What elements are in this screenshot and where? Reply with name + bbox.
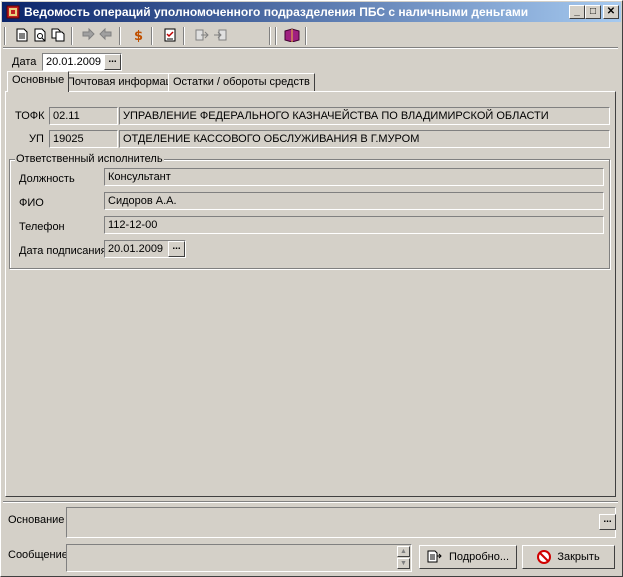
toolbar-separator (71, 27, 73, 45)
basis-label: Основание (8, 514, 65, 526)
date-picker-button[interactable]: ... (104, 54, 121, 70)
title-bar[interactable]: Ведомость операций уполномоченного подра… (2, 2, 621, 22)
fio-field[interactable]: Сидоров А.А. (104, 192, 604, 210)
scroll-up-button[interactable]: ▲ (397, 546, 410, 557)
money-icon[interactable]: $ (129, 26, 147, 44)
close-button[interactable]: Закрыть (522, 545, 615, 569)
sign-date-picker-button[interactable]: ... (168, 241, 185, 257)
tab-panel (5, 91, 616, 497)
bottom-divider (3, 501, 618, 503)
close-button-label: Закрыть (557, 551, 600, 563)
tab-main[interactable]: Основные (7, 71, 70, 92)
preview-icon[interactable] (31, 26, 49, 44)
toolbar: $ (3, 25, 618, 47)
toolbar-separator (183, 27, 185, 45)
up-label: УП (29, 133, 44, 145)
toolbar-grip (4, 27, 6, 45)
minimize-button[interactable]: _ (569, 5, 585, 19)
close-window-button[interactable]: ✕ (603, 5, 619, 19)
tofk-code-field[interactable]: 02.11 (49, 107, 118, 125)
sign-date-label: Дата подписания (19, 245, 107, 257)
position-field[interactable]: Консультант (104, 168, 604, 186)
toolbar-separator (305, 27, 307, 45)
back-icon[interactable] (97, 26, 115, 44)
toolbar-divider (3, 47, 618, 49)
new-doc-icon[interactable] (13, 26, 31, 44)
phone-label: Телефон (19, 221, 65, 233)
date-label: Дата (12, 56, 37, 68)
toolbar-separator (269, 27, 271, 45)
message-field[interactable] (66, 544, 412, 572)
book-icon[interactable] (283, 26, 301, 44)
tofk-name-field[interactable]: УПРАВЛЕНИЕ ФЕДЕРАЛЬНОГО КАЗНАЧЕЙСТВА ПО … (119, 107, 610, 125)
svg-text:$: $ (134, 29, 143, 42)
position-label: Должность (19, 173, 75, 185)
window-title: Ведомость операций уполномоченного подра… (24, 5, 529, 19)
forward-icon[interactable] (79, 26, 97, 44)
scroll-down-button[interactable]: ▼ (397, 558, 410, 569)
details-button-label: Подробно... (448, 551, 510, 563)
details-button[interactable]: Подробно... (419, 545, 517, 569)
fio-label: ФИО (19, 197, 44, 209)
copy-doc-icon[interactable] (49, 26, 67, 44)
up-name-field[interactable]: ОТДЕЛЕНИЕ КАССОВОГО ОБСЛУЖИВАНИЯ В Г.МУР… (119, 130, 610, 148)
tofk-label: ТОФК (15, 110, 45, 122)
toolbar-separator (151, 27, 153, 45)
app-icon (6, 5, 20, 19)
message-label: Сообщение (8, 549, 68, 561)
executor-group-title: Ответственный исполнитель (15, 153, 164, 165)
basis-field[interactable] (66, 507, 616, 538)
export-icon[interactable] (193, 26, 211, 44)
toolbar-separator (275, 27, 277, 45)
details-icon (427, 550, 442, 563)
import-icon[interactable] (211, 26, 229, 44)
basis-picker-button[interactable]: ... (599, 514, 616, 530)
up-code-field[interactable]: 19025 (49, 130, 118, 148)
no-entry-icon (537, 550, 552, 564)
tab-balances[interactable]: Остатки / обороты средств (168, 73, 315, 91)
main-window: Ведомость операций уполномоченного подра… (0, 0, 623, 577)
phone-field[interactable]: 112-12-00 (104, 216, 604, 234)
checklist-icon[interactable] (161, 26, 179, 44)
toolbar-separator (119, 27, 121, 45)
maximize-button[interactable]: □ (585, 5, 601, 19)
